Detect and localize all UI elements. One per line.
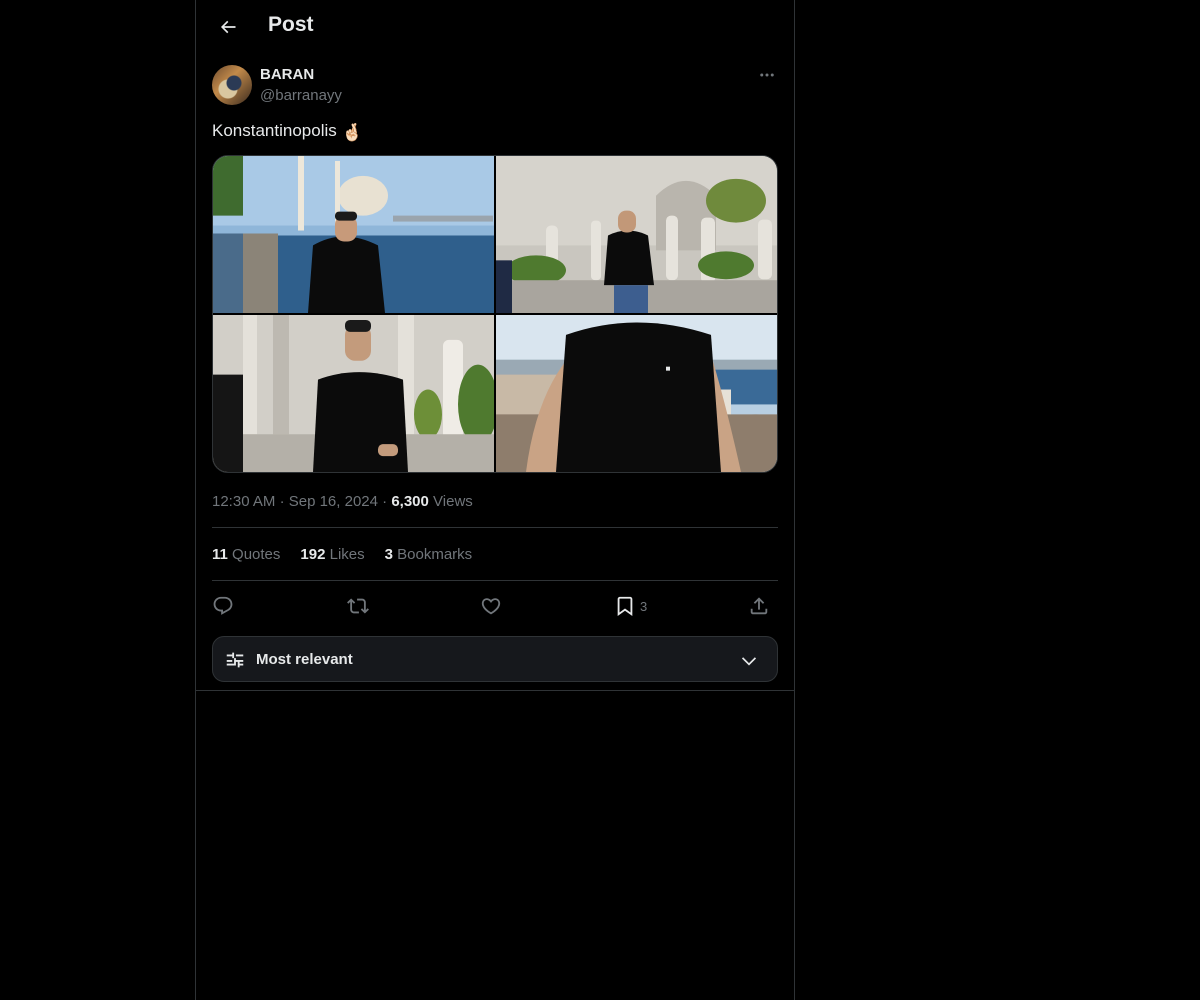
views-label: Views — [433, 493, 473, 510]
sort-replies-dropdown[interactable]: Most relevant — [212, 636, 778, 682]
bookmark-count: 3 — [640, 598, 648, 614]
more-icon — [760, 73, 774, 77]
media-grid — [212, 155, 778, 473]
photo-2[interactable] — [496, 156, 777, 313]
likes-count: 192 — [300, 546, 326, 563]
bookmark-button[interactable]: 3 — [614, 592, 647, 620]
post-time[interactable]: 12:30 AM — [212, 493, 275, 510]
bookmarks-stat[interactable]: 3 Bookmarks — [385, 546, 473, 563]
sliders-icon — [226, 652, 244, 668]
likes-stat[interactable]: 192 Likes — [300, 546, 364, 563]
engagement-stats: 11 Quotes 192 Likes 3 Bookmarks — [212, 546, 472, 563]
chevron-down-icon — [741, 657, 757, 666]
handle[interactable]: @barranayy — [260, 87, 342, 104]
photo-1[interactable] — [213, 156, 494, 313]
post-text-content: Konstantinopolis — [212, 121, 337, 140]
views-count: 6,300 — [391, 493, 429, 510]
share-button[interactable] — [748, 592, 770, 620]
crossed-fingers-emoji: 🤞🏻 — [341, 123, 363, 142]
bookmarks-count: 3 — [384, 546, 393, 563]
photo-3[interactable] — [213, 315, 494, 472]
post-text: Konstantinopolis 🤞🏻 — [212, 121, 363, 143]
reply-button[interactable] — [212, 592, 234, 620]
post-column: Post BARAN @barranayy Konstantinopolis 🤞🏻 — [195, 0, 795, 1000]
photo-4-image — [496, 315, 777, 472]
likes-label: Likes — [329, 546, 365, 563]
author-row: BARAN @barranayy — [212, 64, 778, 106]
retweet-icon — [347, 598, 369, 614]
bookmark-icon — [617, 596, 633, 617]
quotes-stat[interactable]: 11 Quotes — [212, 546, 280, 563]
heart-icon — [481, 598, 501, 615]
quotes-count: 11 — [212, 546, 228, 563]
divider — [212, 580, 778, 581]
post-meta: 12:30 AM · Sep 16, 2024 · 6,300 Views — [212, 493, 473, 510]
post-date[interactable]: Sep 16, 2024 — [289, 493, 378, 510]
share-icon — [750, 597, 768, 615]
like-button[interactable] — [480, 592, 502, 620]
display-name[interactable]: BARAN — [260, 66, 314, 83]
arrow-left-icon — [220, 20, 236, 34]
back-button[interactable] — [212, 11, 244, 43]
sort-label: Most relevant — [256, 651, 353, 668]
action-bar: 3 — [212, 592, 778, 620]
photo-2-image — [496, 156, 777, 313]
avatar[interactable] — [212, 65, 252, 105]
more-options-button[interactable] — [756, 64, 778, 86]
quotes-label: Quotes — [232, 546, 281, 563]
photo-1-image — [213, 156, 494, 313]
photo-3-image — [213, 315, 494, 472]
page-title: Post — [268, 13, 314, 36]
page-header: Post — [196, 0, 794, 54]
reply-icon — [213, 596, 233, 615]
photo-4[interactable] — [496, 315, 777, 472]
divider — [212, 527, 778, 528]
divider — [196, 690, 794, 691]
meta-separator: · — [382, 493, 388, 510]
retweet-button[interactable] — [347, 592, 369, 620]
bookmarks-label: Bookmarks — [397, 546, 473, 563]
meta-separator: · — [279, 493, 285, 510]
